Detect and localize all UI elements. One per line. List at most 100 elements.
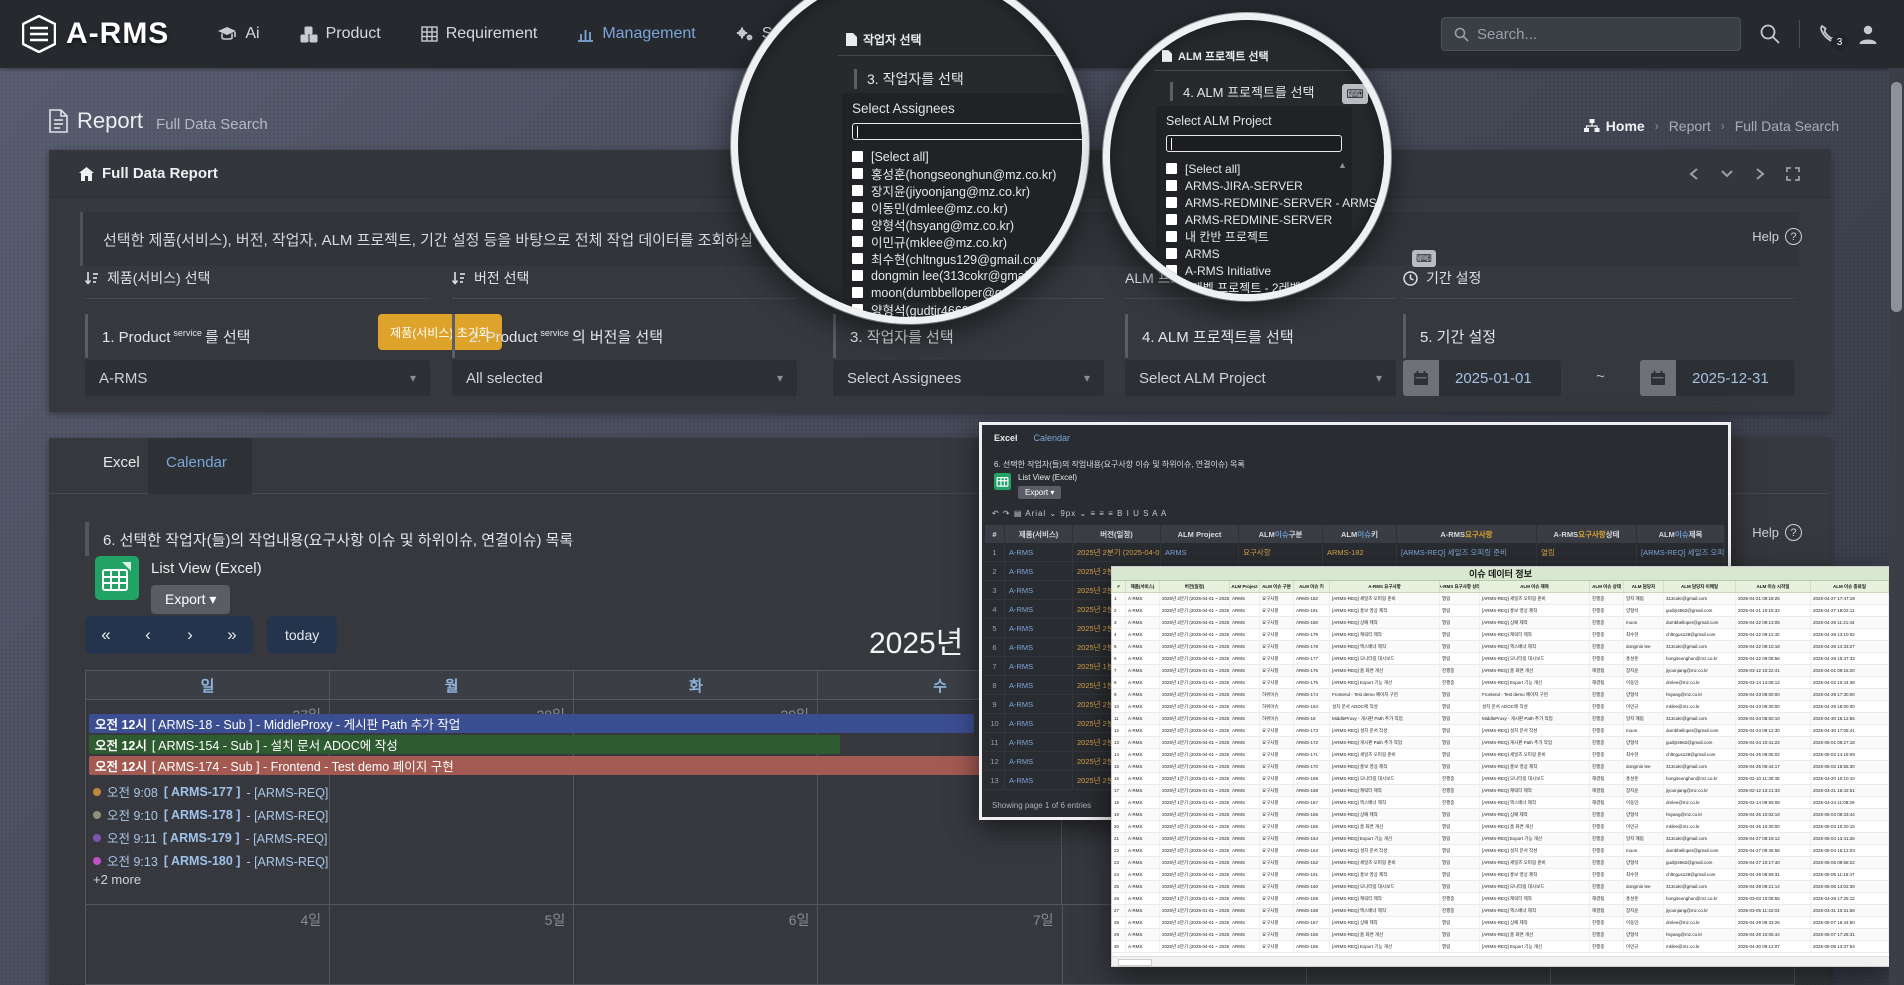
nav-item-requirement[interactable]: Requirement [401,0,558,68]
checkbox-option[interactable]: dongmin lee(313cokr@gmail.com) [852,267,1089,284]
checkbox-option[interactable]: A-RMS Initiative [1166,262,1342,279]
scrollbar-thumb[interactable] [1891,82,1902,312]
assignee-select[interactable]: Select Assignees▾ [833,360,1104,396]
checkbox-option[interactable]: 양형석(gudtjr4662@gmail.com) [852,301,1089,318]
help-button[interactable]: Help? [1752,524,1802,541]
checkbox-option[interactable]: [Select all] [1166,160,1342,177]
more-events-link[interactable]: +2 more [93,872,141,887]
breadcrumb-report[interactable]: Report [1669,118,1711,134]
collapse-left-icon[interactable] [1688,167,1700,181]
calendar-event-dot[interactable]: 오전 9:08[ ARMS-177 ]- [ARMS-REQ] 모니터링 [93,782,328,801]
date-label: 5일 [545,910,566,930]
next-button[interactable]: › [169,616,211,654]
checkbox-option[interactable]: ARMS [1166,245,1342,262]
version-select[interactable]: All selected▾ [452,360,797,396]
checkbox-option[interactable]: ARMS-JIRA-SERVER [1166,177,1342,194]
dropdown-search-input[interactable] [1166,135,1342,152]
export-table-row: 4A-RMS2025년 2분기 (2025-04-01 ~ 2025-06-30… [1112,629,1889,641]
breadcrumb-home[interactable]: Home [1584,118,1645,134]
export-button[interactable]: Export ▾ [151,585,230,614]
checkbox-icon [1166,180,1177,191]
option-label: ARMS-JIRA-SERVER [1185,179,1303,193]
scroll-up-icon[interactable]: ▲ [1338,160,1347,170]
export-table-row: 1A-RMS2025년 2분기 (2025-04-01 ~ 2025-06-30… [1112,593,1889,605]
date-from-field[interactable]: 2025-01-01 [1403,360,1561,396]
calendar-event-bar[interactable]: 오전 12시[ ARMS-154 - Sub ] - 설치 문서 ADOC에 작… [89,735,840,754]
excel-export-screenshot-inset: 이슈 데이터 정보 #제품(서비스)버전(일정)ALM ProjectALM 이… [1111,566,1890,967]
checkbox-option[interactable]: 이민규(mklee@mz.co.kr) [852,233,1089,250]
checkbox-icon [852,185,863,196]
question-icon: ? [1785,228,1802,245]
search-submit-icon[interactable] [1759,23,1781,45]
next-year-button[interactable]: » [211,616,253,654]
search-input[interactable] [1477,26,1728,43]
calendar-event-dot[interactable]: 오전 9:10[ ARMS-178 ]- [ARMS-REQ] 엑스배너 [93,805,328,824]
calendar-event-bar[interactable]: 오전 12시[ ARMS-174 - Sub ] - Frontend - Te… [89,756,980,775]
date-label: 6일 [789,910,810,930]
checkbox-option[interactable]: 장지윤(jiyoonjang@mz.co.kr) [852,182,1089,199]
expand-icon[interactable] [1786,167,1800,181]
breadcrumb-current: Full Data Search [1735,118,1839,134]
assignee-dropdown-panel: Select Assignees [Select all]홍성훈(hongseo… [842,93,1089,303]
day-header: 화 [574,671,818,699]
collapse-right-icon[interactable] [1754,167,1766,181]
breadcrumb-separator: › [1655,119,1659,133]
checkbox-option[interactable]: ARMS-REDMINE-SERVER - ARMS-RE [1166,194,1342,211]
breadcrumb: Home › Report › Full Data Search [1584,118,1839,134]
caret-down-icon: ▾ [1084,371,1090,385]
prev-year-button[interactable]: « [85,616,127,654]
checkbox-icon [852,236,863,247]
cubes-icon [300,26,318,43]
page-title: Report [77,108,143,134]
nav-item-product[interactable]: Product [280,0,401,68]
clock-icon [1403,271,1418,286]
option-label: 최수현(chltngus129@gmail.com) [871,249,1051,268]
calendar-event-bar[interactable]: 오전 12시[ ARMS-18 - Sub ] - MiddleProxy - … [89,714,974,733]
nav-item-management[interactable]: Management [557,0,715,68]
calendar-event-dot[interactable]: 오전 9:11[ ARMS-179 ]- [ARMS-REQ] 캐릭터 [93,828,328,847]
export-column-header: ALM 이슈 종료일 [1811,581,1889,592]
phone-notification-icon[interactable]: 3 [1818,23,1840,45]
table-column-header: A-RMS 요구사항 상태 [1537,525,1637,543]
checkbox-option[interactable]: 내 칸반 프로젝트 [1166,228,1342,245]
checkbox-option[interactable]: moon(dumbbelloper@gmail.com) [852,284,1089,301]
date-from-value: 2025-01-01 [1439,360,1561,396]
option-label: ARMS [1185,247,1220,261]
alm-project-select[interactable]: Select ALM Project▾ [1125,360,1396,396]
logo-icon [22,15,56,53]
checkbox-option[interactable]: 1레벨 프로젝트 - 2레벨 프로젝트 [1166,279,1342,296]
prev-button[interactable]: ‹ [127,616,169,654]
search-icon [1454,27,1469,42]
tab-calendar[interactable]: Calendar [166,454,227,471]
export-sheet-header-row: #제품(서비스)버전(일정)ALM ProjectALM 이슈 구분ALM 이슈… [1112,581,1889,593]
today-button[interactable]: today [267,616,337,654]
tab-excel[interactable]: Excel [103,454,140,471]
help-button[interactable]: Help? [1752,228,1802,245]
checkbox-option[interactable]: 최수현(chltngus129@gmail.com) [852,250,1089,267]
event-dot-icon [93,834,101,842]
nav-item-ai[interactable]: Ai [197,0,279,68]
search-box [1441,17,1741,51]
step5-label: 5. 기간 설정 [1403,314,1496,358]
calendar-cell[interactable]: 6일 [574,905,818,984]
report-doc-icon [49,109,68,133]
section-header-version: 버전 선택 [452,268,529,288]
checkbox-option[interactable]: 양형석(hsyang@mz.co.kr) [852,216,1089,233]
checkbox-option[interactable]: ARMS-REDMINE-SERVER [1166,211,1342,228]
checkbox-option[interactable]: 홍성훈(hongseonghun@mz.co.kr) [852,165,1089,182]
chevron-down-icon[interactable] [1720,167,1734,181]
date-to-field[interactable]: 2025-12-31 [1640,360,1794,396]
app-logo[interactable]: A-RMS [0,15,197,53]
calendar-cell[interactable]: 4일 [86,905,330,984]
checkbox-option[interactable]: [Select all] [852,148,1089,165]
product-select[interactable]: A-RMS▾ [85,360,430,396]
calendar-cell[interactable]: 5일 [330,905,574,984]
calendar-event-dot[interactable]: 오전 9:13[ ARMS-180 ]- [ARMS-REQ] 상패 제 [93,851,328,870]
export-column-header: # [1112,581,1126,592]
user-icon[interactable] [1858,24,1878,45]
page-scrollbar[interactable] [1889,68,1904,985]
dropdown-search-input[interactable] [852,123,1089,140]
calendar-cell[interactable]: 7일 [818,905,1062,984]
checkbox-option[interactable]: 이동민(dmlee@mz.co.kr) [852,199,1089,216]
export-column-header: ALM 이슈 키 [1294,581,1330,592]
